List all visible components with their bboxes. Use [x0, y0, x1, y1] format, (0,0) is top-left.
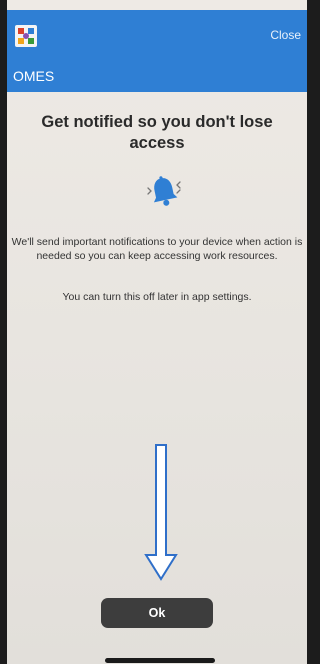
- bell-icon: [142, 174, 186, 210]
- page-title: Get notified so you don't lose access: [41, 113, 273, 152]
- settings-hint: You can turn this off later in app setti…: [62, 291, 252, 303]
- notification-description: We'll send important notifications to yo…: [11, 236, 303, 262]
- arrow-down-icon: [143, 443, 179, 581]
- app-title: OMES: [13, 68, 55, 84]
- app-logo-icon: [15, 25, 37, 47]
- app-header: Close OMES: [7, 10, 307, 92]
- notification-permission-screen: Close OMES Get notified so you don't los…: [7, 0, 307, 664]
- close-button[interactable]: Close: [270, 28, 301, 42]
- ok-button[interactable]: Ok: [101, 598, 213, 628]
- home-indicator: [105, 658, 215, 663]
